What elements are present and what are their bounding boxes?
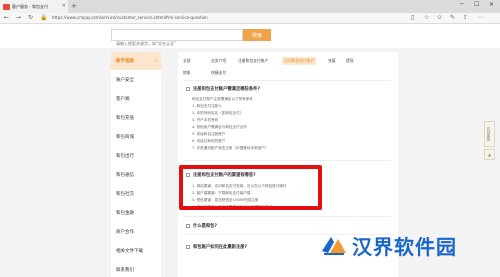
maximize-icon[interactable]: ☐ — [474, 1, 479, 8]
sidebar-item-label: 商户合作 — [116, 230, 134, 235]
sidebar-item-travel[interactable]: 和包出行 — [111, 147, 161, 165]
watermark: 汉界软件园 — [320, 231, 457, 259]
sidebar-item-label: 和包金融 — [116, 211, 134, 216]
favorite-star-icon[interactable]: ☆ — [424, 14, 429, 21]
faq-question-title: 和包账户如何在此重新注册? — [193, 245, 248, 250]
faq-answer-line: 1. 和包支付注册人 — [192, 104, 222, 108]
expand-box-icon — [186, 245, 190, 249]
share-icon[interactable]: ⇪ — [463, 14, 468, 21]
sidebar-item-downloads[interactable]: 相关文件下载 — [111, 242, 161, 260]
faq-question-title: 什么是和包? — [193, 224, 217, 229]
address-bar: ← → ↻ 🔒 https://www.cmpay.com/service/cu… — [0, 13, 500, 24]
new-tab-icon[interactable]: + — [71, 2, 77, 10]
category-all[interactable]: 全部 — [183, 58, 191, 64]
category-recharge[interactable]: 充值 — [328, 58, 336, 64]
watermark-text: 汉界软件园 — [352, 234, 457, 259]
faq-question-title: 注册和包支付账户需满足哪些条件? — [193, 87, 260, 92]
sidebar-item-contact[interactable]: 联系我们 — [111, 261, 161, 277]
category-transfer[interactable]: 转账 — [183, 70, 191, 76]
reading-view-icon[interactable]: ▯ — [411, 14, 414, 21]
help-sidebar: 新手指南 › 账户安全 客户端 和包充值 和包商城 和包出行 和包通信 和包社交… — [111, 52, 161, 277]
back-icon[interactable]: ← — [4, 14, 9, 21]
divider — [183, 216, 391, 217]
site-favicon-icon — [3, 3, 10, 10]
faq-question-1[interactable]: 注册和包支付账户需满足哪些条件? — [186, 86, 260, 92]
category-business-intro[interactable]: 业务介绍 — [211, 58, 226, 64]
faq-question-3[interactable]: 什么是和包? — [186, 223, 217, 229]
category-quick-pay[interactable]: 快捷支付 — [211, 70, 226, 76]
sidebar-item-label: 和包社交 — [116, 192, 134, 197]
faq-answer-line: 2. 手机号码实名（如和包支付） — [192, 111, 244, 115]
category-withdraw[interactable]: 提现 — [346, 58, 354, 64]
divider — [183, 80, 391, 81]
search-box — [111, 29, 243, 49]
search-button[interactable]: 搜索 — [243, 29, 271, 41]
faq-answer-line: 4. 其他用户需满足与和包支付合作 — [192, 125, 247, 129]
watermark-logo-icon — [322, 237, 346, 255]
sidebar-item-label: 新手指南 — [116, 59, 134, 64]
back-to-top-icon[interactable]: ▲ — [484, 149, 495, 160]
chevron-right-icon: › — [154, 58, 157, 64]
category-register[interactable]: 注册和包支付账户 — [238, 58, 268, 64]
refresh-icon[interactable]: ↻ — [28, 14, 33, 21]
sidebar-item-label: 和包充值 — [116, 116, 134, 121]
lock-icon: 🔒 — [40, 14, 48, 21]
faq-answer-line: 6. 未经过和包的账户 — [192, 139, 226, 143]
close-window-icon[interactable]: ✕ — [489, 1, 494, 8]
sidebar-item-account-security[interactable]: 账户安全 — [111, 71, 161, 89]
favorites-icon[interactable]: ✩ — [437, 14, 442, 21]
sidebar-item-social[interactable]: 和包社交 — [111, 185, 161, 203]
highlight-box — [179, 165, 322, 210]
notes-icon[interactable]: ✎ — [450, 14, 455, 21]
online-service-widget[interactable]: 在线客服 — [484, 121, 495, 147]
browser-tab[interactable]: 客户服务 - 和包支付 ✕ — [0, 0, 68, 13]
faq-answer-line: 5. 未经和包注册账户 — [192, 132, 226, 136]
sidebar-item-communication[interactable]: 和包通信 — [111, 166, 161, 184]
sidebar-item-client[interactable]: 客户端 — [111, 90, 161, 108]
sidebar-item-merchant[interactable]: 商户合作 — [111, 223, 161, 241]
faq-answer-line: 7. 手机通讯账户状态正常（中国移动手机用户） — [192, 146, 269, 150]
sidebar-item-label: 客户端 — [116, 97, 130, 102]
sidebar-item-label: 相关文件下载 — [116, 249, 143, 254]
expand-box-icon — [186, 224, 190, 228]
sidebar-item-label: 账户安全 — [116, 78, 134, 83]
sidebar-item-label: 和包出行 — [116, 154, 134, 159]
sidebar-item-mall[interactable]: 和包商城 — [111, 128, 161, 146]
sidebar-item-label: 和包通信 — [116, 173, 134, 178]
site-header: 搜索 — [0, 24, 500, 49]
url-field[interactable]: https://www.cmpay.com/service/customer_s… — [52, 15, 208, 20]
tab-title: 客户服务 - 和包支付 — [12, 3, 48, 9]
faq-answer-line: 3. 开户手机号码 — [192, 118, 219, 122]
faq-question-4[interactable]: 和包账户如何在此重新注册? — [186, 244, 247, 250]
category-access[interactable]: 访问和包支付账户 — [282, 57, 317, 65]
more-icon[interactable]: ⋯ — [478, 14, 484, 21]
close-tab-icon[interactable]: ✕ — [62, 3, 66, 9]
divider — [183, 160, 391, 161]
sidebar-item-newbie-guide[interactable]: 新手指南 › — [111, 52, 161, 70]
faq-answer-line: 和包支付账户注册需满足以下所有条件 — [192, 97, 254, 101]
forward-icon[interactable]: → — [16, 14, 21, 21]
sidebar-item-label: 和包商城 — [116, 135, 134, 140]
sidebar-item-recharge[interactable]: 和包充值 — [111, 109, 161, 127]
search-input[interactable] — [112, 38, 242, 49]
browser-tab-bar: 客户服务 - 和包支付 ✕ + ─ ☐ ✕ — [0, 0, 500, 13]
collapse-box-icon — [186, 87, 190, 91]
minimize-icon[interactable]: ─ — [460, 1, 464, 8]
sidebar-item-label: 联系我们 — [116, 268, 134, 273]
sidebar-item-finance[interactable]: 和包金融 — [111, 204, 161, 222]
